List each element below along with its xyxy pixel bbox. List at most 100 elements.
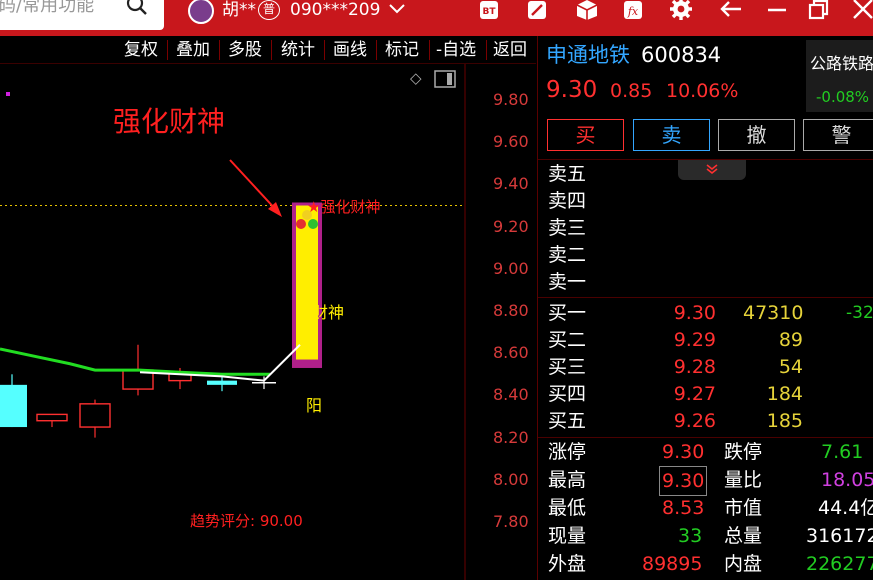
buy-level-volume: 47310	[743, 302, 804, 324]
sector-name: 公路铁路	[810, 54, 873, 73]
panel-toggle-icon[interactable]	[434, 70, 456, 88]
member-badge: 普	[258, 0, 280, 20]
candle-body	[36, 413, 68, 422]
stock-code: 600834	[641, 43, 722, 67]
buy-level-volume: 185	[766, 410, 803, 432]
gear-icon[interactable]	[668, 0, 694, 22]
stock-name[interactable]: 申通地铁	[546, 42, 630, 68]
tool-overlay[interactable]: 叠加	[176, 38, 210, 62]
last-price: 9.30	[546, 77, 598, 103]
search-box[interactable]: 码/常用功能	[0, 0, 164, 30]
order-row-buy[interactable]: 买三 9.28 54	[538, 354, 873, 381]
limit-down-label: 跌停	[724, 441, 763, 463]
order-row-sell[interactable]: 卖四	[538, 188, 873, 215]
restore-icon[interactable]	[806, 0, 832, 22]
order-row-buy[interactable]: 买一 9.30 47310 -32	[538, 300, 873, 327]
limit-down-value: 7.61	[821, 441, 864, 463]
order-row-sell[interactable]: 卖五	[538, 161, 873, 188]
diamond-icon[interactable]: ◇	[410, 69, 422, 87]
low-label: 最低	[548, 497, 587, 519]
buy-level-price: 9.26	[673, 410, 716, 432]
low-value: 8.53	[662, 497, 705, 519]
moving-average-line	[0, 347, 270, 376]
sell-level-label: 卖一	[548, 271, 587, 293]
sell-level-label: 卖三	[548, 217, 587, 239]
chevron-down-icon[interactable]	[388, 2, 406, 16]
avatar[interactable]	[188, 0, 214, 24]
order-row-sell[interactable]: 卖二	[538, 242, 873, 269]
box-icon[interactable]	[574, 0, 600, 22]
buy-level-volume: 89	[778, 329, 803, 351]
divider	[167, 40, 168, 60]
user-phone[interactable]: 090***209	[290, 0, 380, 20]
market-cap-value: 44.4亿	[818, 497, 873, 519]
buy-level-price: 9.28	[673, 356, 716, 378]
current-volume-value: 33	[678, 525, 703, 547]
signal-annotation-big: 强化财神	[113, 105, 226, 138]
candle-body	[0, 384, 27, 428]
order-row-sell[interactable]: 卖一	[538, 269, 873, 296]
divider	[219, 40, 220, 60]
chart-toolbar: 复权 叠加 多股 统计 画线 标记 -自选 返回	[0, 36, 536, 64]
svg-text:fx: fx	[627, 5, 639, 18]
volume-ratio-value: 18.05	[821, 469, 873, 491]
divider	[538, 297, 873, 298]
quote-panel: 申通地铁 600834 公路铁路 -0.08% 9.30 0.85 10.06%…	[537, 36, 873, 580]
close-icon[interactable]	[850, 0, 873, 22]
buy-level-label: 买四	[548, 383, 587, 405]
limit-up-value: 9.30	[662, 441, 705, 463]
back-arrow-icon[interactable]	[718, 0, 744, 22]
tool-mark[interactable]: 标记	[385, 38, 419, 62]
high-label: 最高	[548, 469, 587, 491]
outer-volume-value: 89895	[642, 553, 703, 575]
search-icon[interactable]	[124, 0, 150, 16]
divider	[324, 40, 325, 60]
price-change: 0.85	[610, 80, 653, 102]
order-row-buy[interactable]: 买二 9.29 89	[538, 327, 873, 354]
order-row-buy[interactable]: 买五 9.26 185	[538, 408, 873, 435]
bt-icon[interactable]: BT	[476, 0, 502, 22]
formula-icon[interactable]: fx	[620, 0, 646, 22]
candle-body	[207, 380, 237, 385]
svg-text:BT: BT	[483, 7, 497, 17]
buy-button[interactable]: 买	[547, 119, 624, 151]
sector-box[interactable]: 公路铁路 -0.08%	[806, 40, 873, 112]
search-input[interactable]: 码/常用功能	[0, 0, 94, 18]
sell-button[interactable]: 卖	[633, 119, 710, 151]
trend-score: 趋势评分: 90.00	[190, 512, 303, 530]
buy-level-change: -32	[846, 303, 873, 323]
divider	[271, 40, 272, 60]
yang-label: 阳	[306, 396, 322, 415]
tool-multi-stock[interactable]: 多股	[228, 38, 262, 62]
divider	[486, 40, 487, 60]
order-row-sell[interactable]: 卖三	[538, 215, 873, 242]
buy-level-volume: 184	[766, 383, 803, 405]
caishen-label: 财神	[312, 303, 344, 322]
buy-level-price: 9.27	[673, 383, 716, 405]
tool-draw-line[interactable]: 画线	[333, 38, 367, 62]
edit-icon[interactable]	[524, 0, 550, 22]
signal-ball	[308, 219, 318, 229]
alert-button[interactable]: 警	[803, 119, 873, 151]
user-name[interactable]: 胡**	[222, 0, 256, 20]
tool-back[interactable]: 返回	[493, 38, 527, 62]
outer-volume-label: 外盘	[548, 553, 587, 575]
buy-level-label: 买三	[548, 356, 587, 378]
minimize-icon[interactable]	[764, 0, 790, 22]
market-cap-label: 市值	[724, 497, 763, 519]
inner-volume-value: 226277	[806, 553, 873, 575]
sell-level-label: 卖五	[548, 163, 587, 185]
price-change-pct: 10.06%	[666, 80, 739, 102]
tool-statistics[interactable]: 统计	[281, 38, 315, 62]
tool-remove-watchlist[interactable]: -自选	[436, 38, 476, 62]
cancel-order-button[interactable]: 撤	[718, 119, 795, 151]
divider	[429, 40, 430, 60]
signal-ball	[296, 219, 306, 229]
tool-fuquan[interactable]: 复权	[124, 38, 158, 62]
sector-change: -0.08%	[816, 88, 870, 106]
order-row-buy[interactable]: 买四 9.27 184	[538, 381, 873, 408]
buy-level-label: 买一	[548, 302, 587, 324]
annotation-arrow	[229, 159, 279, 213]
buy-level-label: 买二	[548, 329, 587, 351]
candlestick-chart[interactable]: ★强化财神财神阳	[0, 64, 536, 580]
